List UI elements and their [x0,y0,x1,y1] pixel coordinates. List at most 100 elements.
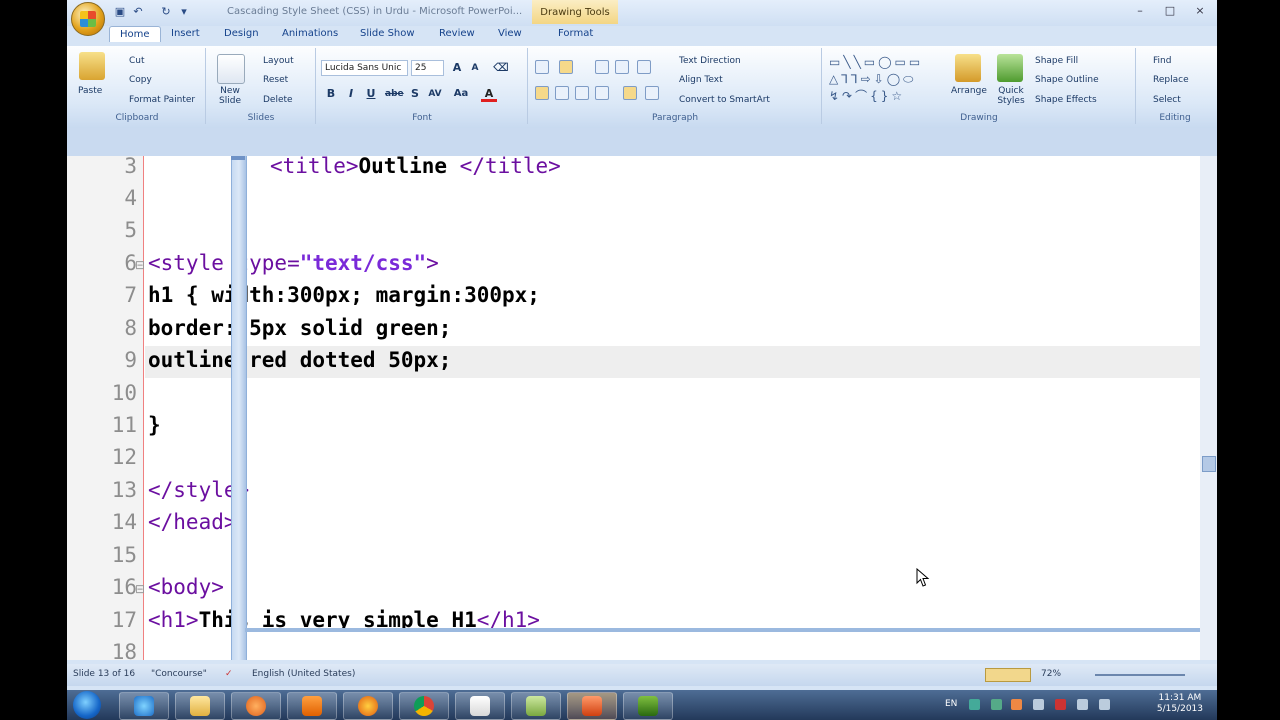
language-indicator[interactable]: English (United States) [252,669,355,679]
delete-button[interactable]: Delete [263,95,293,105]
tray-icon[interactable] [991,699,1002,710]
reset-button[interactable]: Reset [263,75,288,85]
format-painter-button[interactable]: Format Painter [129,95,195,105]
minimize-button[interactable]: – [1131,4,1149,17]
fold-marker-icon[interactable]: ⊟ [135,258,145,272]
text-direction-button[interactable]: Text Direction [679,56,741,66]
mouse-pointer-icon [916,568,930,587]
cut-button[interactable]: Cut [129,56,145,66]
tab-format[interactable]: Format [558,28,593,39]
strikethrough-button[interactable]: abe [385,86,404,102]
line-spacing-icon[interactable] [637,60,651,74]
increase-indent-icon[interactable] [615,60,629,74]
shape-effects-button[interactable]: Shape Effects [1035,95,1097,105]
select-button[interactable]: Select [1153,95,1181,105]
font-size-combo[interactable]: 25 [411,60,444,76]
tab-insert[interactable]: Insert [171,28,200,39]
convert-to-smartart-button[interactable]: Convert to SmartArt [679,95,770,105]
taskbar-ie[interactable] [119,692,169,720]
align-center-icon[interactable] [555,86,569,100]
tab-animations[interactable]: Animations [282,28,338,39]
quick-styles-icon[interactable] [997,54,1023,82]
shrink-font-icon[interactable]: A [467,60,483,76]
quick-styles-button[interactable]: Quick Styles [995,86,1027,106]
align-right-icon[interactable] [575,86,589,100]
taskbar-media-player[interactable] [231,692,281,720]
arrange-button[interactable]: Arrange [951,86,987,96]
align-text-button[interactable]: Align Text [679,75,723,85]
vertical-splitter[interactable] [231,156,247,660]
splitter-handle[interactable] [231,156,245,160]
zoom-level[interactable]: 72% [1041,669,1061,679]
arrange-icon[interactable] [955,54,981,82]
font-color-button[interactable]: A [481,86,497,102]
spellcheck-icon[interactable]: ✓ [225,669,233,679]
tab-design[interactable]: Design [224,28,259,39]
italic-button[interactable]: I [343,86,359,102]
new-slide-icon[interactable] [217,54,245,84]
new-slide-button[interactable]: New Slide [215,86,245,106]
taskbar-firefox[interactable] [343,692,393,720]
taskbar-chrome[interactable] [399,692,449,720]
zoom-slider[interactable] [1095,674,1185,676]
tab-view[interactable]: View [498,28,522,39]
qat-customize-icon[interactable]: ▾ [177,5,191,19]
volume-icon[interactable] [1099,699,1110,710]
bullets-icon[interactable] [535,60,549,74]
shape-outline-button[interactable]: Shape Outline [1035,75,1099,85]
taskbar-explorer[interactable] [175,692,225,720]
office-button[interactable] [71,2,105,36]
code-editor[interactable]: 3 4 5 6 7 8 9 10 11 12 13 14 15 16 17 18… [67,156,1200,660]
paste-icon[interactable] [79,52,105,80]
close-button[interactable]: × [1191,4,1209,17]
align-left-icon[interactable] [535,86,549,100]
undo-icon[interactable]: ↶ [131,5,145,19]
tray-icon[interactable] [969,699,980,710]
taskbar-app[interactable] [511,692,561,720]
taskbar-vlc[interactable] [287,692,337,720]
font-name-combo[interactable]: Lucida Sans Unic [321,60,408,76]
columns-icon[interactable] [645,86,659,100]
vertical-scrollbar[interactable] [1200,156,1217,660]
horizontal-splitter[interactable] [245,628,1200,632]
shapes-gallery[interactable]: ▭╲╲▭◯▭▭ △⅂⅂⇨⇩◯⬭ ↯↷⌒{}☆ [829,54,939,106]
scrollbar-thumb[interactable] [1202,456,1216,472]
character-spacing-button[interactable]: AV [427,86,443,102]
view-buttons[interactable] [985,668,1031,682]
tray-icon[interactable] [1055,699,1066,710]
shadow-button[interactable]: S [407,86,423,102]
taskbar-powerpoint[interactable] [567,692,617,720]
firefox-icon [358,696,378,716]
justify-icon[interactable] [595,86,609,100]
network-icon[interactable] [1077,699,1088,710]
decrease-indent-icon[interactable] [595,60,609,74]
grow-font-icon[interactable]: A [449,60,465,76]
clear-formatting-icon[interactable]: ⌫ [493,60,509,76]
tab-home[interactable]: Home [109,26,161,42]
underline-button[interactable]: U [363,86,379,102]
redo-icon[interactable]: ↻ [159,5,173,19]
line-number: 4 [124,186,137,210]
change-case-button[interactable]: Aa [453,86,469,102]
copy-button[interactable]: Copy [129,75,152,85]
shape-fill-button[interactable]: Shape Fill [1035,56,1078,66]
paste-button[interactable]: Paste [78,86,102,96]
tab-slide-show[interactable]: Slide Show [360,28,415,39]
tab-review[interactable]: Review [439,28,475,39]
layout-button[interactable]: Layout [263,56,294,66]
replace-button[interactable]: Replace [1153,75,1189,85]
save-icon[interactable]: ▣ [113,5,127,19]
maximize-button[interactable]: □ [1161,4,1179,17]
system-clock[interactable]: 11:31 AM 5/15/2013 [1157,693,1203,715]
tray-icon[interactable] [1011,699,1022,710]
taskbar-notepad[interactable] [455,692,505,720]
numbering-icon[interactable] [559,60,573,74]
fold-marker-icon[interactable]: ⊟ [135,582,145,596]
taskbar-camtasia[interactable] [623,692,673,720]
bold-button[interactable]: B [323,86,339,102]
text-direction-rtl-icon[interactable] [623,86,637,100]
language-bar[interactable]: EN [945,699,957,709]
find-button[interactable]: Find [1153,56,1171,66]
tray-icon[interactable] [1033,699,1044,710]
start-button[interactable] [73,691,101,719]
